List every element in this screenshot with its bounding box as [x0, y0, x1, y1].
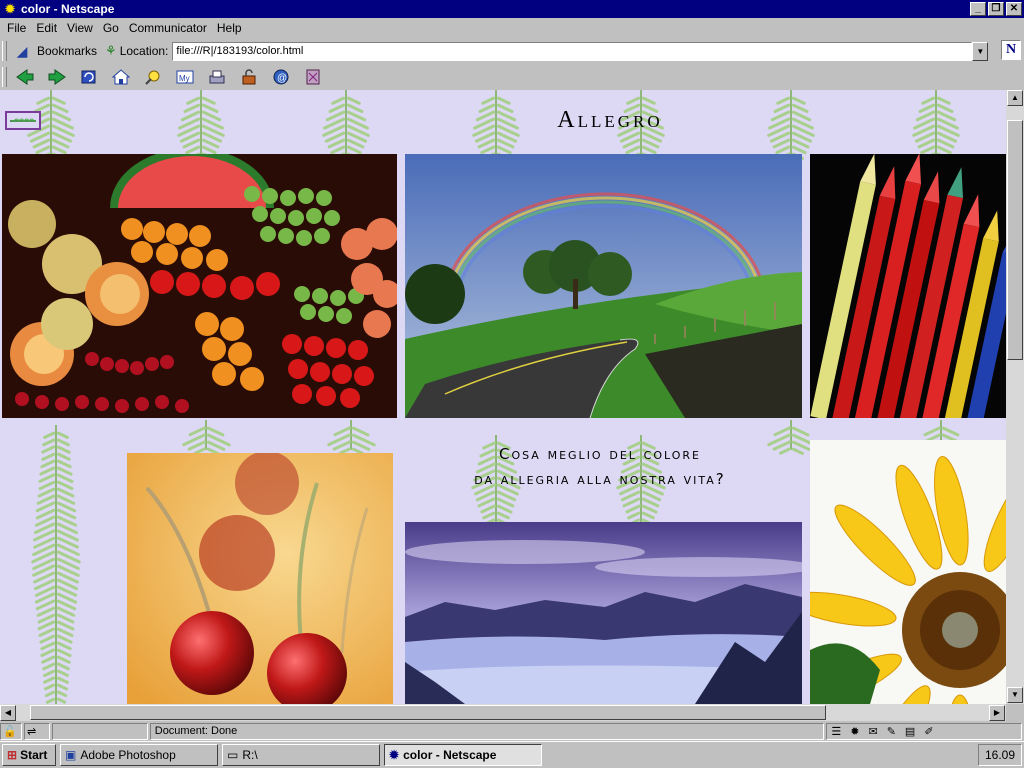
netscape-app-icon: ✹	[4, 2, 16, 16]
menu-bar: File Edit View Go Communicator Help	[0, 18, 1024, 38]
task-netscape[interactable]: ✹ color - Netscape	[384, 744, 542, 766]
svg-text:My: My	[179, 74, 190, 83]
my-netscape-icon[interactable]: My	[171, 66, 199, 88]
component-bar: ☰ ✹ ✉ ✎ ▤ ✐	[826, 723, 1022, 740]
menu-file[interactable]: File	[2, 21, 31, 35]
navigator-icon[interactable]: ✹	[850, 725, 859, 738]
newsgroups-icon[interactable]: ✎	[887, 725, 896, 738]
status-text: Document: Done	[149, 723, 825, 740]
task-drive-r[interactable]: ▭ R:\	[222, 744, 380, 766]
print-icon[interactable]	[203, 66, 231, 88]
minimize-button[interactable]: _	[970, 2, 986, 16]
mail-icon[interactable]: ✉	[868, 725, 877, 738]
task-label: color - Netscape	[403, 748, 497, 762]
netscape-task-icon: ✹	[389, 748, 400, 762]
svg-text:@: @	[277, 73, 287, 84]
url-input[interactable]: file:///R|/183193/color.html	[172, 41, 973, 61]
title-bar: ✹ color - Netscape _ ❐ ✕	[0, 0, 1024, 18]
reload-icon[interactable]	[75, 66, 103, 88]
close-button[interactable]: ✕	[1006, 2, 1022, 16]
back-icon[interactable]	[11, 66, 39, 88]
mountains-sea-of-clouds-photo	[405, 522, 802, 704]
stop-icon[interactable]	[299, 66, 327, 88]
search-icon[interactable]	[139, 66, 167, 88]
cherries-photo	[127, 453, 393, 704]
scroll-up-button[interactable]: ▲	[1007, 90, 1023, 106]
start-button[interactable]: ⊞ Start	[2, 744, 56, 766]
menu-communicator[interactable]: Communicator	[124, 21, 212, 35]
vertical-scrollbar[interactable]: ▲ ▼	[1006, 90, 1024, 704]
home-icon[interactable]	[107, 66, 135, 88]
netscape-logo-icon[interactable]: N	[1001, 40, 1021, 60]
photoshop-icon: ▣	[65, 748, 77, 762]
start-label: Start	[20, 748, 48, 762]
forward-icon[interactable]	[43, 66, 71, 88]
bookmarks-label: Bookmarks	[37, 44, 98, 58]
bookmarks-button[interactable]: ◢ Bookmarks	[11, 43, 97, 59]
progress-bar	[51, 723, 148, 740]
menu-edit[interactable]: Edit	[31, 21, 62, 35]
composer-icon[interactable]: ✐	[924, 725, 933, 738]
message-line-1: Cosa meglio del colore	[498, 445, 702, 463]
security-lock-icon[interactable]: 🔓	[0, 723, 22, 740]
url-dropdown-button[interactable]: ▼	[972, 41, 989, 61]
location-label: Location:	[119, 44, 169, 58]
page-content: Allegro Cosa meglio del colore da allegr…	[0, 90, 1006, 704]
task-photoshop[interactable]: ▣ Adobe Photoshop	[60, 744, 218, 766]
page-title: Allegro	[557, 107, 663, 133]
page-proxy-icon[interactable]: ⚘	[105, 43, 117, 59]
toolbar-grip[interactable]	[2, 41, 7, 61]
menu-go[interactable]: Go	[98, 21, 124, 35]
toolbar-grip[interactable]	[2, 66, 7, 87]
scroll-down-button[interactable]: ▼	[1007, 687, 1023, 703]
security-icon[interactable]	[235, 66, 263, 88]
scroll-left-button[interactable]: ◀	[0, 705, 16, 721]
drive-icon: ▭	[227, 748, 239, 762]
component-bar-grip-icon[interactable]: ☰	[831, 725, 841, 738]
location-label-group: ⚘ Location:	[105, 43, 168, 59]
vertical-scroll-thumb[interactable]	[1007, 120, 1023, 360]
scroll-right-button[interactable]: ▶	[989, 705, 1005, 721]
sunflower-photo	[810, 440, 1006, 704]
task-label: R:\	[242, 748, 258, 762]
menu-view[interactable]: View	[62, 21, 98, 35]
location-toolbar: ◢ Bookmarks ⚘ Location: file:///R|/18319…	[0, 39, 1024, 63]
task-label: Adobe Photoshop	[80, 748, 176, 762]
address-book-icon[interactable]: ▤	[905, 725, 915, 738]
shop-icon[interactable]: @	[267, 66, 295, 88]
window-title: color - Netscape	[21, 2, 115, 16]
windows-logo-icon: ⊞	[7, 748, 18, 762]
status-bar: 🔓 ⇌ Document: Done ☰ ✹ ✉ ✎ ▤ ✐	[0, 722, 1024, 741]
horizontal-scroll-thumb[interactable]	[30, 705, 826, 720]
connection-status-icon: ⇌	[23, 723, 50, 740]
maximize-button[interactable]: ❐	[988, 2, 1004, 16]
page-message: Cosa meglio del colore da allegria alla …	[405, 442, 795, 492]
back-link-icon[interactable]	[5, 111, 41, 130]
colored-pencils-photo	[810, 154, 1006, 418]
bookmarks-icon: ◢	[16, 43, 28, 59]
fruit-market-photo	[2, 154, 397, 418]
message-line-2: da allegria alla nostra vita?	[474, 470, 726, 488]
rainbow-road-photo	[405, 154, 802, 418]
horizontal-scrollbar[interactable]: ◀ ▶	[0, 704, 1006, 721]
windows-taskbar: ⊞ Start ▣ Adobe Photoshop ▭ R:\ ✹ color …	[0, 741, 1024, 768]
system-clock: 16.09	[978, 744, 1022, 766]
menu-help[interactable]: Help	[212, 21, 247, 35]
navigation-toolbar: My @	[0, 63, 1024, 90]
